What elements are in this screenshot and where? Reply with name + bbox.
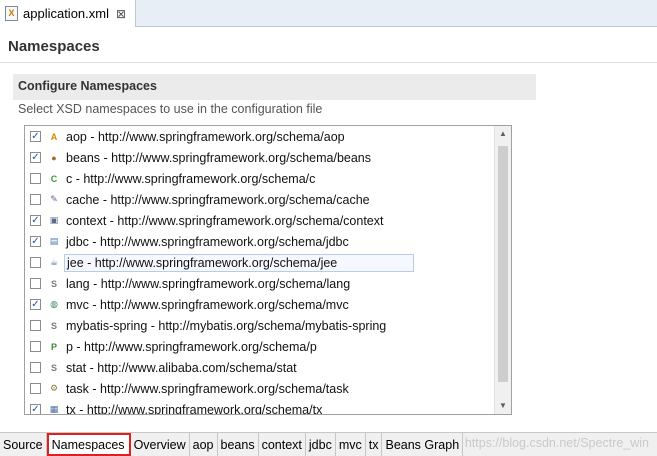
namespace-checkbox[interactable] xyxy=(30,341,41,352)
editor-tab-bar: X application.xml ⊠ xyxy=(0,0,657,27)
namespace-checkbox[interactable] xyxy=(30,278,41,289)
c-icon: C xyxy=(50,173,58,184)
section-title: Configure Namespaces xyxy=(18,79,157,93)
close-icon[interactable]: ⊠ xyxy=(116,7,126,21)
namespace-label: mybatis-spring - http://mybatis.org/sche… xyxy=(66,318,387,333)
jdbc-icon: ▤ xyxy=(49,236,59,246)
namespace-row[interactable]: ✓ ▣ context - http://www.springframework.o… xyxy=(25,210,495,231)
namespace-label: stat - http://www.alibaba.com/schema/sta… xyxy=(66,360,297,375)
tab-beans-graph[interactable]: Beans Graph xyxy=(382,433,464,456)
namespace-row[interactable]: ✓ ● beans - http://www.springframework.org… xyxy=(25,147,495,168)
tab-tx[interactable]: tx xyxy=(366,433,383,456)
namespace-label: jee - http://www.springframework.org/sch… xyxy=(64,253,414,272)
tab-namespaces[interactable]: Namespaces xyxy=(46,433,131,456)
namespace-rows: ✓ Aaop - http://www.springframework.org/s… xyxy=(25,126,495,415)
namespace-label: p - http://www.springframework.org/schem… xyxy=(66,339,317,354)
namespace-row[interactable]: ✓ ▤ jdbc - http://www.springframework.org/… xyxy=(25,231,495,252)
namespace-row[interactable]: Sstat - http://www.alibaba.com/schema/st… xyxy=(25,357,495,378)
title-divider xyxy=(0,62,657,63)
mvc-icon: ◍ xyxy=(50,299,58,309)
vertical-scrollbar[interactable]: ▲ ▼ xyxy=(494,126,511,414)
namespace-label: context - http://www.springframework.org… xyxy=(66,213,384,228)
lang-icon: S xyxy=(50,278,57,289)
namespace-row[interactable]: ⚙ task - http://www.springframework.org/s… xyxy=(25,378,495,399)
namespace-row[interactable]: Smybatis-spring - http://mybatis.org/sch… xyxy=(25,315,495,336)
tab-aop[interactable]: aop xyxy=(190,433,218,456)
namespace-label: task - http://www.springframework.org/sc… xyxy=(66,381,349,396)
stat-icon: S xyxy=(50,362,57,373)
editor-tab-title: application.xml xyxy=(23,6,109,21)
namespace-label: aop - http://www.springframework.org/sch… xyxy=(66,129,345,144)
context-icon: ▣ xyxy=(49,215,59,225)
namespace-row[interactable]: ✓ ◍ mvc - http://www.springframework.org/s… xyxy=(25,294,495,315)
namespace-row[interactable]: ✎ cache - http://www.springframework.org/… xyxy=(25,189,495,210)
namespace-checkbox[interactable] xyxy=(30,257,41,268)
namespace-row[interactable]: ✓ ▦ tx - http://www.springframework.org/sc… xyxy=(25,399,495,415)
tab-mvc[interactable]: mvc xyxy=(336,433,366,456)
tx-icon: ▦ xyxy=(49,404,59,414)
namespace-checkbox[interactable]: ✓ xyxy=(30,131,41,142)
cache-icon: ✎ xyxy=(50,194,58,204)
namespace-checkbox[interactable]: ✓ xyxy=(30,215,41,226)
namespace-checkbox[interactable] xyxy=(30,383,41,394)
namespace-checkbox[interactable] xyxy=(30,362,41,373)
aop-icon: A xyxy=(50,131,58,142)
tab-beans[interactable]: beans xyxy=(218,433,259,456)
namespace-row[interactable]: Pp - http://www.springframework.org/sche… xyxy=(25,336,495,357)
scroll-thumb[interactable] xyxy=(498,146,508,382)
namespace-row[interactable]: ☕ jee - http://www.springframework.org/sc… xyxy=(25,252,495,273)
namespace-checkbox[interactable] xyxy=(30,320,41,331)
namespace-checkbox[interactable]: ✓ xyxy=(30,404,41,414)
namespace-list[interactable]: ✓ Aaop - http://www.springframework.org/s… xyxy=(24,125,512,415)
mybatis-icon: S xyxy=(50,320,57,331)
namespace-label: c - http://www.springframework.org/schem… xyxy=(66,171,316,186)
namespace-label: mvc - http://www.springframework.org/sch… xyxy=(66,297,349,312)
namespace-label: jdbc - http://www.springframework.org/sc… xyxy=(66,234,349,249)
namespace-row[interactable]: Cc - http://www.springframework.org/sche… xyxy=(25,168,495,189)
scroll-up-arrow-icon[interactable]: ▲ xyxy=(495,126,511,142)
page-title: Namespaces xyxy=(8,38,100,55)
namespace-checkbox[interactable] xyxy=(30,194,41,205)
task-icon: ⚙ xyxy=(49,383,59,393)
watermark: https://blog.csdn.net/Spectre_win xyxy=(464,436,649,450)
namespace-checkbox[interactable]: ✓ xyxy=(30,299,41,310)
namespace-checkbox[interactable]: ✓ xyxy=(30,152,41,163)
tab-source[interactable]: Source xyxy=(0,433,47,456)
editor-tab-application-xml[interactable]: X application.xml ⊠ xyxy=(0,0,136,27)
namespace-row[interactable]: Slang - http://www.springframework.org/s… xyxy=(25,273,495,294)
section-header: Configure Namespaces xyxy=(13,74,536,100)
namespace-checkbox[interactable] xyxy=(30,173,41,184)
jee-icon: ☕ xyxy=(49,257,59,267)
tab-context[interactable]: context xyxy=(259,433,306,456)
namespace-row[interactable]: ✓ Aaop - http://www.springframework.org/s… xyxy=(25,126,495,147)
beans-icon: ● xyxy=(51,152,57,163)
xml-file-icon: X xyxy=(5,6,18,21)
namespace-label: tx - http://www.springframework.org/sche… xyxy=(66,402,323,415)
namespace-label: beans - http://www.springframework.org/s… xyxy=(66,150,371,165)
p-icon: P xyxy=(50,341,57,352)
scroll-down-arrow-icon[interactable]: ▼ xyxy=(495,398,511,414)
tab-jdbc[interactable]: jdbc xyxy=(306,433,336,456)
namespace-label: cache - http://www.springframework.org/s… xyxy=(66,192,370,207)
section-description: Select XSD namespaces to use in the conf… xyxy=(18,102,323,116)
namespace-label: lang - http://www.springframework.org/sc… xyxy=(66,276,351,291)
tab-overview[interactable]: Overview xyxy=(131,433,190,456)
namespace-checkbox[interactable]: ✓ xyxy=(30,236,41,247)
